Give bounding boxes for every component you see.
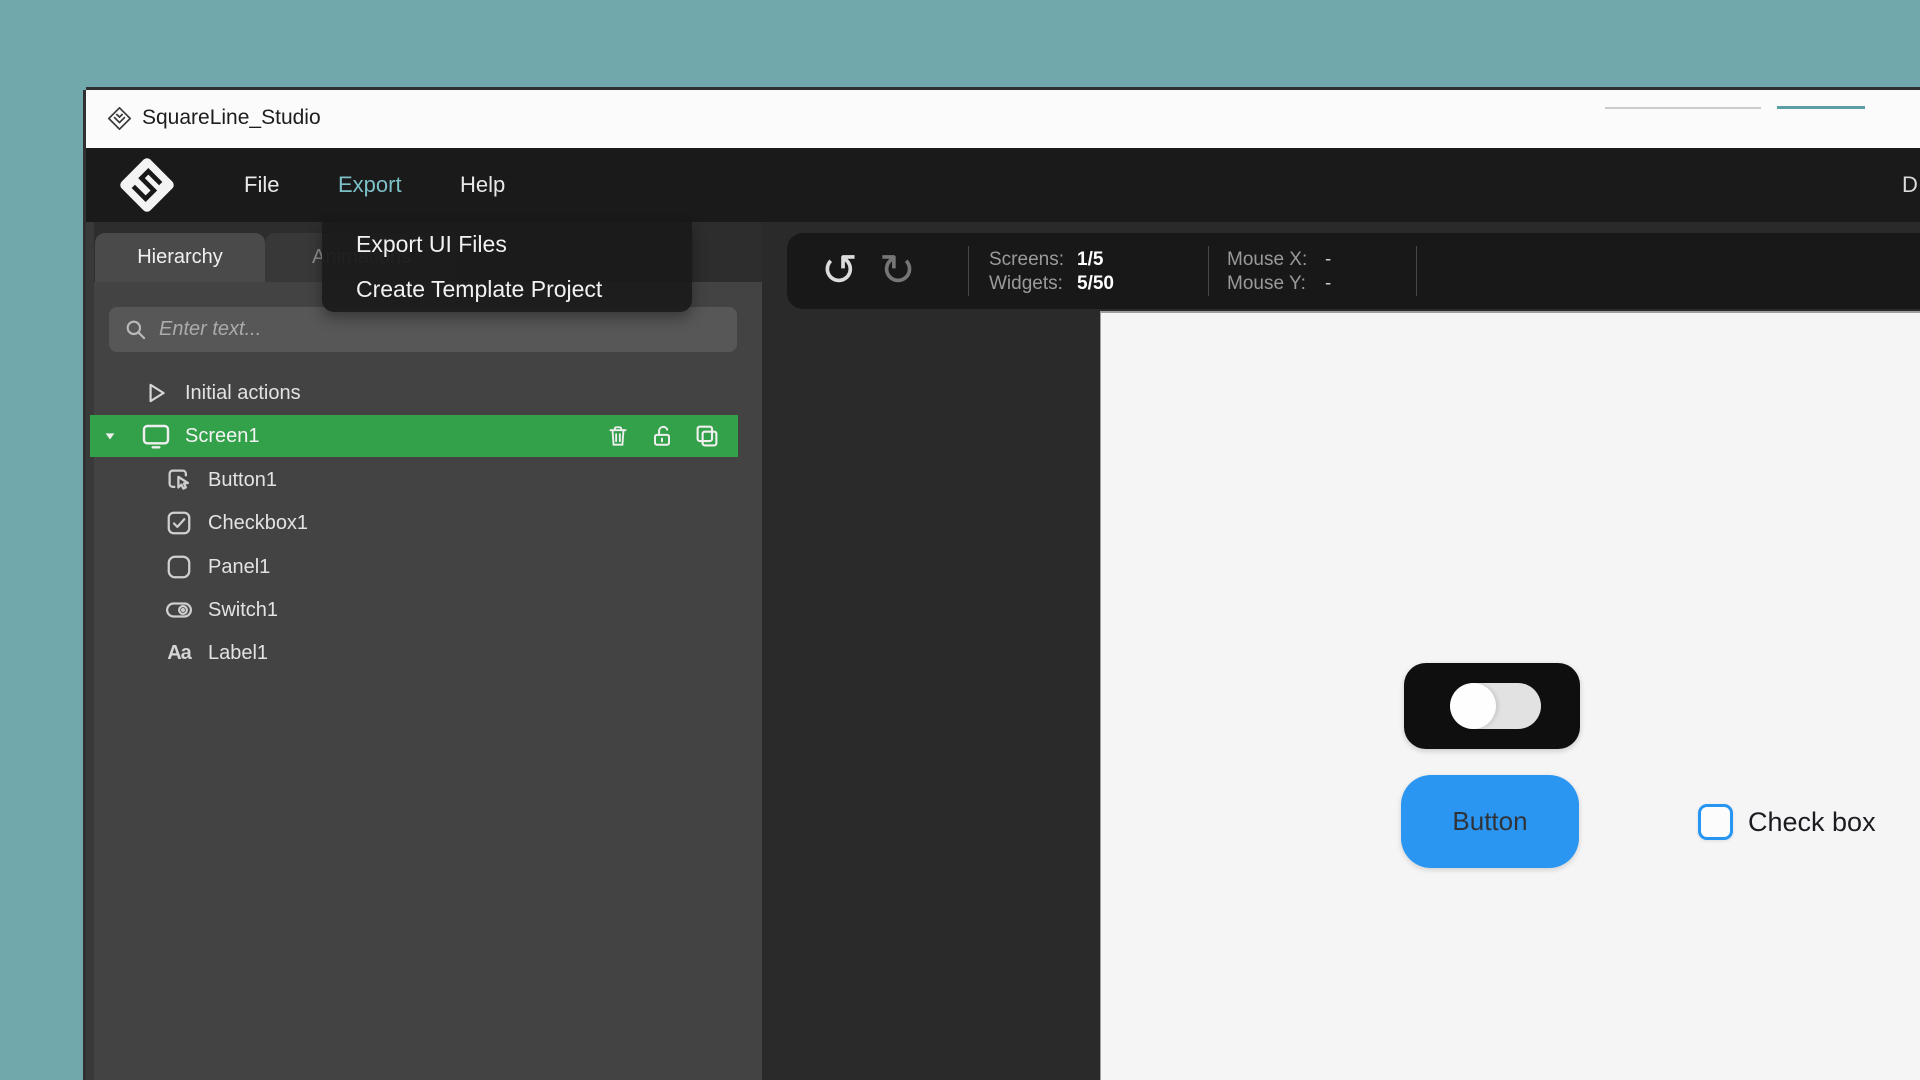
panel-widget-icon bbox=[163, 551, 195, 583]
tree-item-label1[interactable]: Aa Label1 bbox=[90, 632, 738, 674]
duplicate-icon[interactable] bbox=[692, 421, 722, 451]
tree-item-screen1[interactable]: Screen1 bbox=[90, 415, 738, 457]
screens-label: Screens: bbox=[989, 248, 1077, 272]
canvas-checkbox1-widget[interactable]: Check box bbox=[1698, 804, 1876, 840]
window-titlebar[interactable]: SquareLine_Studio bbox=[86, 90, 1920, 148]
canvas-switch1-widget[interactable] bbox=[1451, 683, 1541, 729]
canvas-button1-widget[interactable]: Button bbox=[1401, 775, 1579, 868]
screen-icon bbox=[140, 420, 172, 452]
tree-item-button1[interactable]: Button1 bbox=[90, 459, 738, 501]
tree-item-label: Screen1 bbox=[185, 425, 260, 448]
checkbox-widget-icon bbox=[163, 507, 195, 539]
undo-icon[interactable]: ↺ bbox=[821, 234, 858, 308]
mouse-coords: Mouse X: - Mouse Y: - bbox=[1227, 248, 1331, 296]
search-input[interactable] bbox=[159, 318, 737, 341]
tree-item-panel1[interactable]: Panel1 bbox=[90, 546, 738, 588]
caret-down-icon[interactable] bbox=[103, 429, 117, 443]
widgets-count: 5/50 bbox=[1077, 272, 1114, 296]
checkbox-box[interactable] bbox=[1698, 804, 1733, 840]
screens-count: 1/5 bbox=[1077, 248, 1103, 272]
hierarchy-panel: Hierarchy Animations Initia bbox=[86, 222, 762, 1080]
delete-icon[interactable] bbox=[604, 421, 632, 451]
button-widget-label: Button bbox=[1452, 806, 1527, 837]
tree-item-checkbox1[interactable]: Checkbox1 bbox=[90, 502, 738, 544]
toolbar-divider bbox=[1416, 246, 1417, 296]
mouse-x-label: Mouse X: bbox=[1227, 248, 1325, 272]
hierarchy-search bbox=[109, 307, 737, 352]
tree-item-switch1[interactable]: Switch1 bbox=[90, 589, 738, 631]
titlebar-artifact-line-teal bbox=[1777, 106, 1865, 109]
redo-icon[interactable]: ↻ bbox=[879, 234, 916, 308]
toolbar-divider bbox=[1208, 246, 1209, 296]
switch-widget-icon bbox=[163, 594, 195, 626]
play-icon bbox=[140, 377, 172, 409]
widgets-label: Widgets: bbox=[989, 272, 1077, 296]
menu-right-clipped-text: D bbox=[1902, 148, 1918, 222]
button-widget-icon bbox=[163, 464, 195, 496]
tree-item-label: Panel1 bbox=[208, 556, 270, 579]
tree-item-label: Initial actions bbox=[185, 382, 301, 405]
tree-item-label: Switch1 bbox=[208, 599, 278, 622]
menu-item-create-template-project[interactable]: Create Template Project bbox=[322, 267, 692, 312]
app-logo-small-icon bbox=[106, 105, 133, 132]
tab-hierarchy-label: Hierarchy bbox=[137, 246, 223, 269]
design-canvas[interactable]: Button Check box bbox=[1100, 311, 1920, 1080]
window-title: SquareLine_Studio bbox=[142, 90, 321, 146]
canvas-panel1-widget[interactable] bbox=[1404, 663, 1580, 749]
search-icon bbox=[123, 317, 149, 343]
label-widget-icon: Aa bbox=[163, 637, 195, 669]
tree-item-label: Label1 bbox=[208, 642, 268, 665]
project-stats: Screens: 1/5 Widgets: 5/50 bbox=[989, 248, 1114, 296]
app-window: SquareLine_Studio File Export Help D bbox=[86, 90, 1920, 1080]
tree-item-initial-actions[interactable]: Initial actions bbox=[90, 372, 738, 414]
titlebar-artifact-line-grey bbox=[1605, 107, 1761, 109]
menu-item-export-ui-files[interactable]: Export UI Files bbox=[322, 222, 692, 267]
tab-hierarchy[interactable]: Hierarchy bbox=[95, 233, 265, 282]
menu-file[interactable]: File bbox=[244, 148, 279, 222]
squareline-logo-icon bbox=[116, 154, 178, 216]
mouse-x-value: - bbox=[1325, 248, 1331, 272]
unlock-icon[interactable] bbox=[648, 421, 676, 451]
menu-bar: File Export Help D bbox=[86, 148, 1920, 222]
screen-row-actions bbox=[604, 415, 722, 457]
menu-export[interactable]: Export bbox=[338, 148, 402, 222]
tree-item-label: Checkbox1 bbox=[208, 512, 308, 535]
switch-knob[interactable] bbox=[1450, 683, 1496, 729]
desktop-background: SquareLine_Studio File Export Help D bbox=[0, 0, 1920, 1080]
mouse-y-value: - bbox=[1325, 272, 1331, 296]
toolbar-divider bbox=[968, 246, 969, 296]
export-dropdown-menu: Export UI Files Create Template Project bbox=[322, 222, 692, 312]
menu-help[interactable]: Help bbox=[460, 148, 505, 222]
checkbox-widget-label: Check box bbox=[1748, 807, 1876, 838]
mouse-y-label: Mouse Y: bbox=[1227, 272, 1325, 296]
tree-item-label: Button1 bbox=[208, 469, 277, 492]
status-toolbar: ↺ ↻ Screens: 1/5 Widgets: 5/50 Mouse X: … bbox=[787, 233, 1920, 309]
